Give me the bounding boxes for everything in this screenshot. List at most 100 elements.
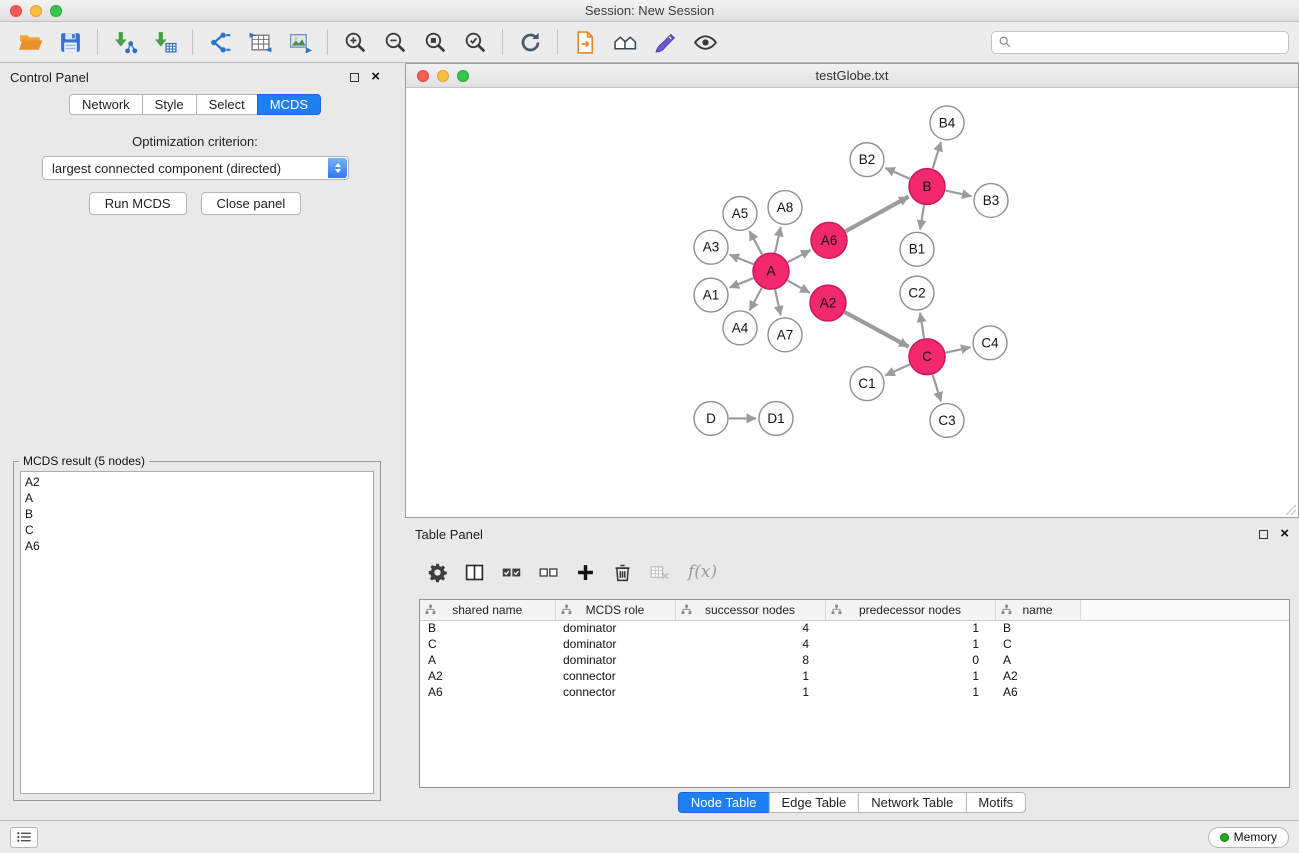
table-cell[interactable]: dominator	[555, 652, 675, 668]
node-C4[interactable]: C4	[973, 326, 1007, 360]
network-zoom-button[interactable]	[457, 70, 469, 82]
clear-table-button[interactable]	[641, 555, 678, 589]
node-A1[interactable]: A1	[694, 278, 728, 312]
show-all-networks-button[interactable]	[605, 25, 645, 59]
node-C2[interactable]: C2	[900, 276, 934, 310]
edge-A-A7[interactable]	[775, 290, 781, 316]
export-network-button[interactable]	[565, 25, 605, 59]
table-cell[interactable]: B	[420, 620, 555, 636]
tab-style[interactable]: Style	[142, 94, 197, 115]
mcds-result-list[interactable]: A2ABCA6	[20, 471, 374, 794]
close-window-button[interactable]	[10, 5, 22, 17]
table-settings-button[interactable]	[419, 555, 456, 589]
memory-button[interactable]: Memory	[1208, 827, 1289, 848]
zoom-fit-button[interactable]	[415, 25, 455, 59]
result-item[interactable]: A2	[25, 474, 369, 490]
node-A3[interactable]: A3	[694, 230, 728, 264]
node-B[interactable]: B	[909, 169, 945, 205]
run-mcds-button[interactable]: Run MCDS	[89, 192, 187, 215]
table-cell[interactable]: C	[995, 636, 1080, 652]
edge-C-C3[interactable]	[933, 375, 941, 402]
close-panel-button[interactable]: Close panel	[201, 192, 302, 215]
table-cell[interactable]: 0	[825, 652, 995, 668]
zoom-selected-button[interactable]	[455, 25, 495, 59]
table-cell[interactable]: 1	[825, 684, 995, 700]
edge-B-B1[interactable]	[920, 205, 924, 229]
table-cell[interactable]: dominator	[555, 636, 675, 652]
table-cell[interactable]: A6	[420, 684, 555, 700]
edge-A-A2[interactable]	[788, 280, 810, 292]
result-item[interactable]: A	[25, 490, 369, 506]
network-graph[interactable]: B4B2BB3A5A8A6B1A3AC2A1A2A4A7CC4C1C3DD1	[406, 89, 1298, 517]
open-session-button[interactable]	[10, 25, 50, 59]
node-D1[interactable]: D1	[759, 402, 793, 436]
table-row[interactable]: A2connector11A2	[420, 668, 1289, 684]
column-header-successor-nodes[interactable]: successor nodes	[675, 600, 825, 620]
export-network-image-button[interactable]	[280, 25, 320, 59]
table-cell[interactable]: 1	[825, 668, 995, 684]
network-canvas[interactable]: B4B2BB3A5A8A6B1A3AC2A1A2A4A7CC4C1C3DD1	[406, 89, 1298, 517]
column-header-name[interactable]: name	[995, 600, 1080, 620]
delete-rows-button[interactable]	[604, 555, 641, 589]
node-B1[interactable]: B1	[900, 232, 934, 266]
edge-C-C2[interactable]	[920, 313, 924, 338]
edge-A-A8[interactable]	[775, 227, 781, 253]
table-row[interactable]: A6connector11A6	[420, 684, 1289, 700]
search-input[interactable]	[1016, 35, 1282, 49]
table-row[interactable]: Bdominator41B	[420, 620, 1289, 636]
import-table-from-url-button[interactable]	[240, 25, 280, 59]
table-cell[interactable]: A	[420, 652, 555, 668]
edge-B-B3[interactable]	[946, 191, 972, 197]
edge-C-C4[interactable]	[946, 347, 971, 353]
edge-B-B4[interactable]	[933, 142, 941, 169]
tab-node-table[interactable]: Node Table	[678, 792, 770, 813]
node-A[interactable]: A	[753, 253, 789, 289]
tab-motifs[interactable]: Motifs	[965, 792, 1026, 813]
resize-handle[interactable]	[1285, 504, 1297, 516]
network-minimize-button[interactable]	[437, 70, 449, 82]
minimize-window-button[interactable]	[30, 5, 42, 17]
tab-edge-table[interactable]: Edge Table	[768, 792, 859, 813]
node-B2[interactable]: B2	[850, 143, 884, 177]
zoom-window-button[interactable]	[50, 5, 62, 17]
node-A7[interactable]: A7	[768, 318, 802, 352]
network-window-titlebar[interactable]: testGlobe.txt	[406, 64, 1298, 88]
column-header-predecessor-nodes[interactable]: predecessor nodes	[825, 600, 995, 620]
table-row[interactable]: Cdominator41C	[420, 636, 1289, 652]
float-table-panel-icon[interactable]	[1259, 530, 1268, 539]
table-row[interactable]: Adominator80A	[420, 652, 1289, 668]
table-cell[interactable]: B	[995, 620, 1080, 636]
result-item[interactable]: A6	[25, 538, 369, 554]
edge-A-A3[interactable]	[730, 255, 754, 264]
show-graphics-details-button[interactable]	[685, 25, 725, 59]
float-panel-icon[interactable]	[350, 73, 359, 82]
table-cell[interactable]: connector	[555, 684, 675, 700]
node-C1[interactable]: C1	[850, 367, 884, 401]
network-close-button[interactable]	[417, 70, 429, 82]
select-all-button[interactable]	[493, 555, 530, 589]
node-A8[interactable]: A8	[768, 191, 802, 225]
result-item[interactable]: B	[25, 506, 369, 522]
table-cell[interactable]: 8	[675, 652, 825, 668]
edge-A-A6[interactable]	[788, 250, 811, 262]
deselect-all-button[interactable]	[530, 555, 567, 589]
refresh-view-button[interactable]	[510, 25, 550, 59]
panel-menu-button[interactable]	[10, 827, 38, 848]
edge-B-B2[interactable]	[885, 168, 909, 179]
node-A5[interactable]: A5	[723, 196, 757, 230]
optimization-select[interactable]: largest connected component (directed)	[42, 156, 349, 180]
close-table-panel-icon[interactable]: ×	[1280, 528, 1289, 540]
table-cell[interactable]: A2	[420, 668, 555, 684]
tab-network-table[interactable]: Network Table	[858, 792, 966, 813]
import-network-from-file-button[interactable]	[105, 25, 145, 59]
node-B3[interactable]: B3	[974, 184, 1008, 218]
add-row-button[interactable]	[567, 555, 604, 589]
node-C3[interactable]: C3	[930, 404, 964, 438]
edge-A-A5[interactable]	[749, 231, 762, 254]
table-cell[interactable]: dominator	[555, 620, 675, 636]
zoom-out-button[interactable]	[375, 25, 415, 59]
import-network-from-url-button[interactable]	[200, 25, 240, 59]
table-cell[interactable]: 1	[675, 668, 825, 684]
show-columns-button[interactable]	[456, 555, 493, 589]
search-box[interactable]	[991, 31, 1289, 54]
